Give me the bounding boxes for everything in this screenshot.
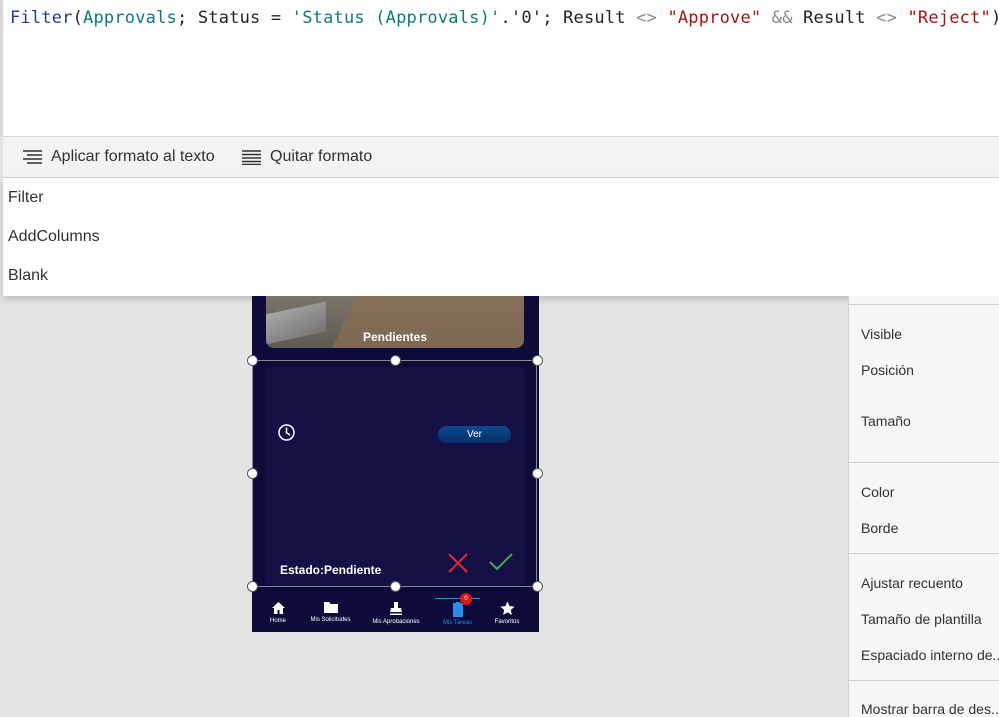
formula-token-ident: Approvals	[83, 8, 177, 28]
property-template-padding[interactable]: Espaciado interno de...	[861, 647, 999, 663]
remove-format-button[interactable]: Quitar formato	[242, 137, 372, 177]
resize-handle-top-left[interactable]	[247, 355, 258, 366]
formula-token-plain: .'0'; Result	[500, 8, 637, 28]
resize-handle-left[interactable]	[247, 468, 258, 479]
property-color[interactable]: Color	[861, 484, 894, 500]
nav-label-mis-aprobaciones: Mis Aprobaciones	[372, 619, 420, 625]
formula-text[interactable]: Filter(Approvals; Status = 'Status (Appr…	[10, 8, 999, 28]
formula-token-str: "Reject"	[907, 8, 991, 28]
intellisense-suggestions: Filter AddColumns Blank	[3, 178, 999, 296]
format-text-button[interactable]: Aplicar formato al texto	[23, 137, 215, 177]
property-visible[interactable]: Visible	[861, 326, 902, 342]
resize-handle-top[interactable]	[390, 355, 401, 366]
bottom-navigation: Home Mis Solicitudes Mis Aprobaciones Mi…	[252, 593, 539, 632]
approve-check-icon[interactable]	[488, 551, 514, 573]
tasks-count-badge: 0	[460, 593, 472, 605]
resize-handle-right[interactable]	[532, 468, 543, 479]
nav-item-home[interactable]: Home	[264, 595, 292, 632]
nav-label-mis-solicitudes: Mis Solicitudes	[310, 617, 351, 623]
resize-handle-bottom-right[interactable]	[532, 581, 543, 592]
remove-format-label: Quitar formato	[270, 148, 373, 165]
pending-title: Pendientes	[362, 330, 428, 344]
resize-handle-top-right[interactable]	[532, 355, 543, 366]
suggestion-item[interactable]: Filter	[3, 178, 999, 217]
formula-token-plain	[897, 8, 907, 28]
section-divider	[849, 304, 999, 305]
formula-token-bracket: (	[72, 8, 84, 28]
resize-handle-bottom[interactable]	[390, 581, 401, 592]
property-wrap-count[interactable]: Ajustar recuento	[861, 575, 963, 591]
suggestion-item[interactable]: AddColumns	[3, 217, 999, 256]
formula-token-bracket: )	[991, 8, 999, 28]
format-text-icon	[23, 150, 42, 164]
property-template-size[interactable]: Tamaño de plantilla	[861, 611, 982, 627]
format-text-label: Aplicar formato al texto	[51, 148, 215, 165]
formula-token-plain: Result	[792, 8, 877, 28]
formula-token-op: &&	[771, 8, 793, 28]
formula-token-op: <>	[636, 8, 657, 28]
property-border[interactable]: Borde	[861, 520, 898, 536]
resize-handle-bottom-left[interactable]	[247, 581, 258, 592]
stamp-icon	[390, 602, 402, 615]
home-icon	[271, 602, 285, 614]
status-text: Estado:Pendiente	[280, 563, 382, 577]
formula-token-plain	[761, 8, 771, 28]
property-position[interactable]: Posición	[861, 362, 914, 378]
gallery-item[interactable]: Ver Estado:Pendiente	[266, 367, 525, 587]
nav-label-mis-tareas: Mis Tareas	[443, 620, 472, 626]
formula-token-op: <>	[876, 8, 898, 28]
nav-item-mis-aprobaciones[interactable]: Mis Aprobaciones	[370, 595, 422, 632]
nav-item-mis-solicitudes[interactable]: Mis Solicitudes	[309, 595, 352, 632]
properties-panel: Visible Posición Tamaño Color Borde Ajus…	[848, 296, 999, 717]
pending-header-card: Pendientes	[266, 296, 524, 348]
view-button[interactable]: Ver	[438, 426, 511, 443]
formula-token-str: "Approve"	[667, 8, 762, 28]
reject-icon[interactable]	[446, 551, 470, 575]
formula-token-ident: 'Status (Approvals)'	[291, 8, 501, 28]
section-divider	[849, 462, 999, 463]
remove-format-icon	[242, 149, 261, 165]
nav-label-home: Home	[269, 618, 286, 624]
formula-token-fn: Filter	[10, 8, 73, 28]
star-icon	[499, 601, 515, 615]
nav-item-favoritos[interactable]: Favoritos	[493, 595, 521, 632]
folder-icon	[323, 602, 338, 613]
suggestion-item[interactable]: Blank	[3, 256, 999, 295]
clock-icon	[278, 424, 295, 441]
property-show-scrollbar[interactable]: Mostrar barra de des...	[861, 701, 999, 717]
formula-token-plain	[657, 8, 667, 28]
formula-token-plain: ; Status =	[176, 8, 292, 28]
section-divider	[849, 680, 999, 681]
format-toolbar: Aplicar formato al texto Quitar formato	[3, 136, 999, 178]
property-size[interactable]: Tamaño	[861, 413, 911, 429]
nav-label-favoritos: Favoritos	[494, 619, 520, 625]
section-divider	[849, 553, 999, 554]
formula-editor[interactable]: Filter(Approvals; Status = 'Status (Appr…	[0, 0, 999, 136]
